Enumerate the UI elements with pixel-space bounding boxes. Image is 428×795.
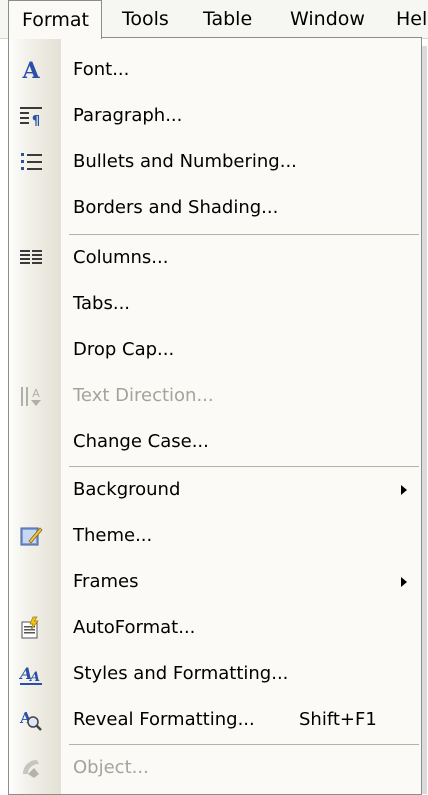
text-direction-icon: A <box>18 383 44 409</box>
menu-item-label: Frames <box>73 571 139 592</box>
menu-item-label: Borders and Shading... <box>73 197 279 218</box>
reveal-formatting-icon: A <box>18 707 44 733</box>
menu-item-label: Change Case... <box>73 431 209 452</box>
bullets-icon <box>18 149 44 175</box>
menu-item-label: AutoFormat... <box>73 617 196 638</box>
menu-table-label: Table <box>203 8 253 30</box>
menu-item-label: Theme... <box>73 525 153 546</box>
menu-item-label: Bullets and Numbering... <box>73 151 297 172</box>
menu-item-theme[interactable]: Theme... <box>9 514 421 558</box>
submenu-arrow-icon <box>401 577 407 587</box>
menu-item-autoformat[interactable]: AutoFormat... <box>9 606 421 650</box>
styles-formatting-icon: A A <box>18 661 44 687</box>
menu-format-label: Format <box>22 9 89 31</box>
columns-icon <box>18 245 44 271</box>
menu-item-styles-formatting[interactable]: A A Styles and Formatting... <box>9 652 421 696</box>
menu-item-bullets-numbering[interactable]: Bullets and Numbering... <box>9 140 421 184</box>
menu-item-label: Background <box>73 479 181 500</box>
menu-item-label: Tabs... <box>73 293 131 314</box>
menu-help[interactable]: Hel <box>396 0 427 38</box>
menu-item-tabs[interactable]: Tabs... <box>9 282 421 326</box>
menu-format[interactable]: Format <box>8 0 102 39</box>
menu-item-label: Reveal Formatting... <box>73 709 255 730</box>
menu-tools[interactable]: Tools <box>122 0 169 38</box>
menu-item-frames[interactable]: Frames <box>9 560 421 604</box>
menu-item-label: Drop Cap... <box>73 339 175 360</box>
menu-item-text-direction[interactable]: A Text Direction... <box>9 374 421 418</box>
menu-item-label: Object... <box>73 757 149 778</box>
menu-help-label: Hel <box>396 8 428 30</box>
menu-item-columns[interactable]: Columns... <box>9 236 421 280</box>
menu-item-label: Font... <box>73 59 130 80</box>
menu-item-object[interactable]: Object... <box>9 746 421 790</box>
format-menu: A Font... ¶ Paragraph... Bullets and Num… <box>8 37 427 795</box>
menu-item-reveal-formatting[interactable]: A Reveal Formatting... Shift+F1 <box>9 698 421 742</box>
menu-item-label: Columns... <box>73 247 169 268</box>
svg-text:¶: ¶ <box>32 114 40 128</box>
menu-item-background[interactable]: Background <box>9 468 421 512</box>
font-a-icon: A <box>18 57 44 83</box>
menu-item-label: Styles and Formatting... <box>73 663 289 684</box>
menu-item-drop-cap[interactable]: Drop Cap... <box>9 328 421 372</box>
svg-text:A: A <box>28 670 40 685</box>
menu-table[interactable]: Table <box>203 0 252 38</box>
shortcut-label: Shift+F1 <box>299 709 377 730</box>
menu-item-change-case[interactable]: Change Case... <box>9 420 421 464</box>
menu-bar: Format Tools Table Window Hel <box>0 0 428 39</box>
menu-item-borders-shading[interactable]: Borders and Shading... <box>9 186 421 230</box>
menu-item-label: Paragraph... <box>73 105 183 126</box>
svg-text:A: A <box>32 387 40 400</box>
object-icon <box>18 755 44 781</box>
theme-icon <box>18 523 44 549</box>
paragraph-icon: ¶ <box>18 103 44 129</box>
menu-item-label: Text Direction... <box>73 385 214 406</box>
menu-tools-label: Tools <box>122 8 169 30</box>
menu-item-font[interactable]: A Font... <box>9 48 421 92</box>
menu-window[interactable]: Window <box>290 0 365 38</box>
menu-item-paragraph[interactable]: ¶ Paragraph... <box>9 94 421 138</box>
submenu-arrow-icon <box>401 485 407 495</box>
menu-window-label: Window <box>290 8 365 30</box>
svg-text:A: A <box>21 59 40 81</box>
autoformat-icon <box>18 615 44 641</box>
